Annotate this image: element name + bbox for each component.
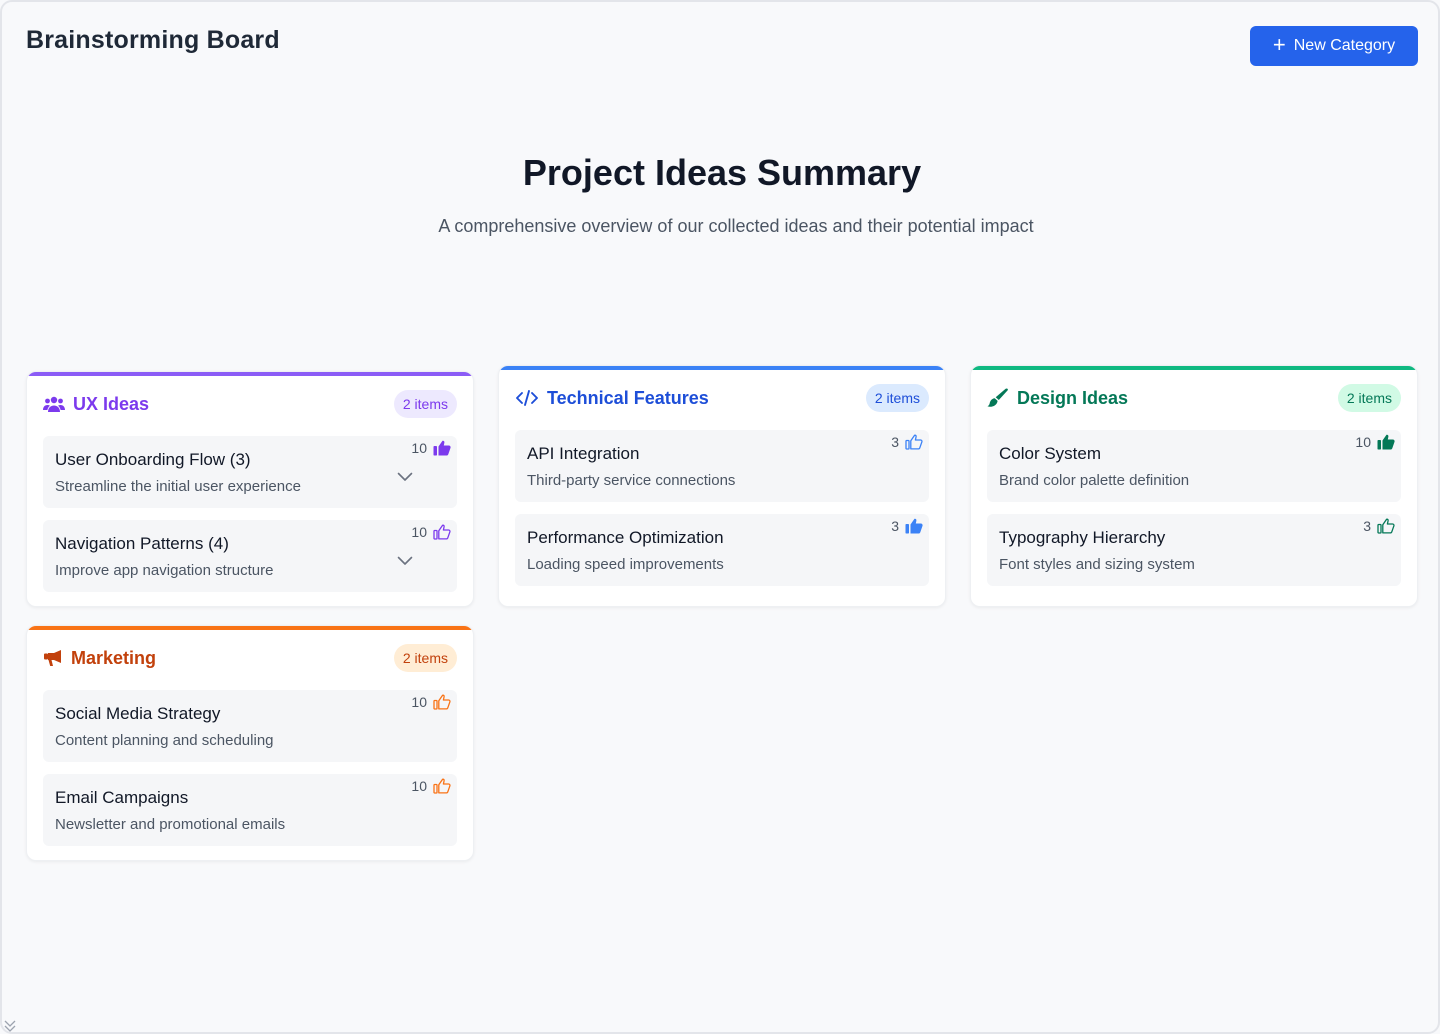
idea-item[interactable]: Email Campaigns Newsletter and promotion… (43, 774, 457, 846)
idea-description: Brand color palette definition (999, 472, 1190, 489)
chevron-down-icon[interactable] (397, 556, 413, 566)
idea-description: Content planning and scheduling (55, 732, 274, 749)
category-title: UX Ideas (73, 393, 150, 414)
thumbs-up-outline-icon[interactable] (1377, 518, 1395, 534)
idea-name: API Integration (527, 444, 640, 463)
vote-count: 3 (891, 518, 899, 534)
vote-control[interactable]: 10 (411, 694, 451, 710)
page-title: Project Ideas Summary (522, 152, 922, 193)
card-accent-bar (27, 626, 473, 630)
thumbs-up-outline-icon[interactable] (433, 524, 451, 540)
vote-control[interactable]: 3 (891, 518, 923, 534)
card-header: Technical Features 2 items (515, 382, 929, 414)
thumbs-up-outline-icon[interactable] (433, 694, 451, 710)
thumbs-up-filled-icon[interactable] (1377, 434, 1395, 450)
idea-description: Font styles and sizing system (999, 556, 1195, 573)
item-count-badge: 2 items (865, 384, 929, 412)
megaphone-icon (43, 648, 63, 668)
plus-icon: + (1272, 32, 1286, 57)
resize-handle-icon[interactable] (4, 1018, 18, 1032)
category-title: Marketing (71, 647, 157, 668)
idea-name: Email Campaigns (55, 788, 189, 807)
idea-description: Loading speed improvements (527, 556, 724, 573)
vote-control[interactable]: 10 (411, 524, 451, 540)
idea-item[interactable]: Social Media Strategy Content planning a… (43, 690, 457, 762)
paint-brush-icon (987, 388, 1009, 408)
code-icon (515, 389, 539, 407)
category-card-design: Design Ideas 2 items Color System Brand … (970, 365, 1418, 607)
item-count-badge: 2 items (393, 644, 457, 672)
vote-count: 10 (411, 778, 427, 794)
idea-name: User Onboarding Flow (3) (55, 450, 251, 469)
vote-control[interactable]: 3 (1363, 518, 1395, 534)
category-card-marketing: Marketing 2 items Social Media Strategy … (26, 625, 474, 861)
app-window: Brainstorming Board + New Category Proje… (0, 0, 1440, 1034)
thumbs-up-outline-icon[interactable] (433, 778, 451, 794)
vote-count: 10 (411, 524, 427, 540)
category-card-technical: Technical Features 2 items API Integrati… (498, 365, 946, 607)
idea-item[interactable]: Navigation Patterns (4) Improve app navi… (43, 520, 457, 592)
idea-name: Typography Hierarchy (999, 528, 1166, 547)
vote-control[interactable]: 10 (411, 440, 451, 456)
card-header: UX Ideas 2 items (43, 388, 457, 420)
thumbs-up-filled-icon[interactable] (905, 518, 923, 534)
idea-item[interactable]: Typography Hierarchy Font styles and siz… (987, 514, 1401, 586)
card-header: Marketing 2 items (43, 642, 457, 674)
vote-count: 10 (411, 694, 427, 710)
idea-description: Improve app navigation structure (55, 562, 274, 579)
vote-control[interactable]: 10 (411, 778, 451, 794)
vote-count: 10 (411, 440, 427, 456)
category-title: Design Ideas (1017, 387, 1129, 408)
category-title: Technical Features (547, 387, 709, 408)
idea-item[interactable]: Color System Brand color palette definit… (987, 430, 1401, 502)
card-header: Design Ideas 2 items (987, 382, 1401, 414)
idea-item[interactable]: User Onboarding Flow (3) Streamline the … (43, 436, 457, 508)
new-category-button[interactable]: + New Category (1250, 26, 1418, 66)
idea-name: Social Media Strategy (55, 704, 221, 723)
vote-control[interactable]: 10 (1355, 434, 1395, 450)
idea-item[interactable]: API Integration Third-party service conn… (515, 430, 929, 502)
chevron-down-icon[interactable] (397, 472, 413, 482)
users-icon (43, 395, 65, 413)
idea-name: Navigation Patterns (4) (55, 534, 229, 553)
vote-count: 10 (1355, 434, 1371, 450)
vote-count: 3 (891, 434, 899, 450)
idea-description: Newsletter and promotional emails (55, 816, 286, 833)
item-count-badge: 2 items (393, 390, 457, 418)
app-title: Brainstorming Board (26, 26, 280, 54)
vote-count: 3 (1363, 518, 1371, 534)
page-subtitle: A comprehensive overview of our collecte… (438, 216, 1034, 236)
category-card-ux: UX Ideas 2 items User Onboarding Flow (3… (26, 371, 474, 607)
card-accent-bar (499, 366, 945, 370)
idea-name: Color System (999, 444, 1102, 463)
thumbs-up-outline-icon[interactable] (905, 434, 923, 450)
thumbs-up-filled-icon[interactable] (433, 440, 451, 456)
new-category-label: New Category (1293, 37, 1396, 54)
card-accent-bar (27, 372, 473, 376)
card-accent-bar (971, 366, 1417, 370)
idea-item[interactable]: Performance Optimization Loading speed i… (515, 514, 929, 586)
idea-name: Performance Optimization (527, 528, 724, 547)
idea-description: Streamline the initial user experience (55, 478, 301, 495)
vote-control[interactable]: 3 (891, 434, 923, 450)
item-count-badge: 2 items (1337, 384, 1401, 412)
idea-description: Third-party service connections (527, 472, 736, 489)
